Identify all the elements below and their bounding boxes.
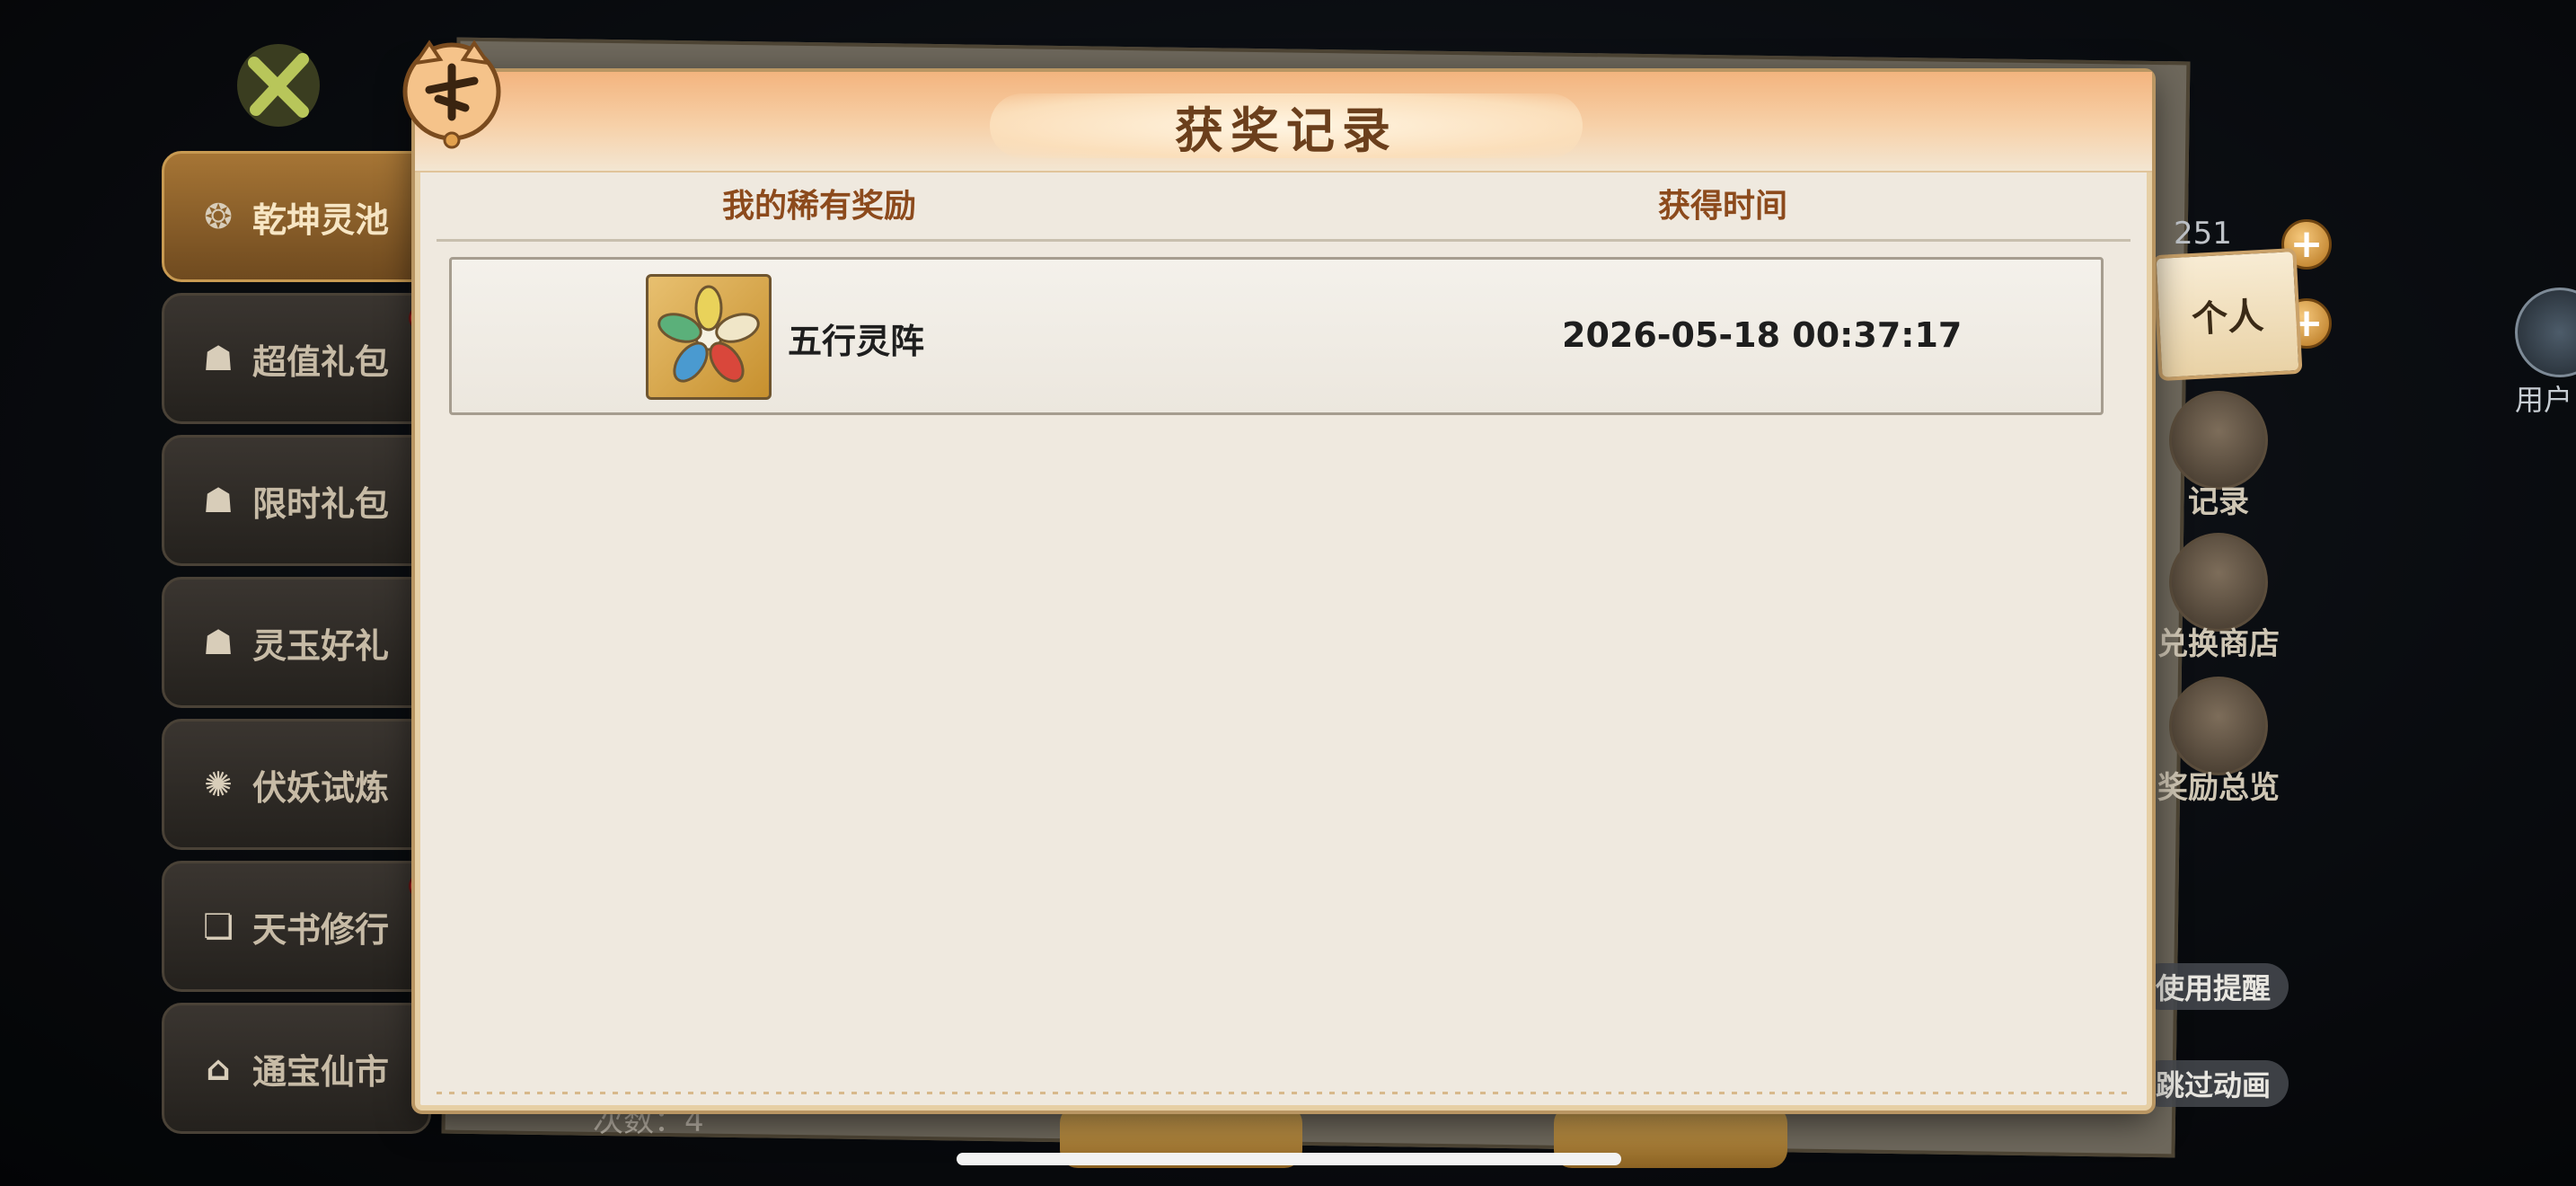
swirl-icon: ❂ (204, 197, 233, 236)
menu-item-value-pack[interactable]: ☗ 超值礼包 (162, 293, 436, 424)
reward-icon (2169, 677, 2268, 775)
menu-item-demon-trial[interactable]: ✺ 伏妖试炼 (162, 719, 431, 850)
right-side-panel: 251 + + 个人 记录 兑换商店 奖励总览 使用提醒 跳过动画 (2138, 0, 2576, 1186)
close-icon (237, 44, 320, 127)
menu-item-label: 伏妖试炼 (252, 767, 390, 808)
column-headers: 我的稀有奖励 获得时间 (415, 173, 2152, 226)
reward-name: 五行灵阵 (788, 322, 925, 361)
exchange-shop-button[interactable]: 兑换商店 (2138, 528, 2299, 663)
dialog-title: 获奖记录 (1175, 102, 1398, 159)
dialog-frame (415, 72, 2152, 1111)
menu-item-heavenly-book[interactable]: ❏ 天书修行 (162, 861, 436, 992)
menu-item-label: 天书修行 (252, 909, 390, 950)
column-header-reward: 我的稀有奖励 (722, 188, 917, 225)
dialog-title-plate: 获奖记录 (990, 93, 1583, 159)
corner-mascot-icon (393, 27, 510, 153)
menu-item-label: 超值礼包 (252, 341, 390, 382)
user-center-button[interactable]: 用户 (2515, 288, 2576, 417)
home-indicator[interactable] (957, 1153, 1621, 1165)
exchange-shop-label: 兑换商店 (2157, 626, 2280, 662)
dialog-bottom-border (437, 1092, 2130, 1094)
menu-item-label: 乾坤灵池 (252, 199, 390, 240)
reward-time: 2026-05-18 00:37:17 (1562, 315, 1963, 355)
menu-item-label: 限时礼包 (252, 483, 390, 524)
award-record-dialog: 获奖记录 我的稀有奖励 获得时间 五行灵阵 2026-05-18 00:37:1… (402, 40, 2152, 1111)
usage-reminder-toggle[interactable]: 使用提醒 (2138, 963, 2289, 1010)
menu-item-treasure-market[interactable]: ⌂ 通宝仙市 (162, 1003, 431, 1134)
gift-bag-icon: ☗ (202, 481, 234, 520)
menu-item-label: 灵玉好礼 (252, 625, 390, 666)
dialog-header: 获奖记录 (415, 72, 2152, 173)
tab-personal[interactable]: 个人 (2152, 247, 2303, 382)
user-icon (2515, 288, 2576, 377)
record-icon (2169, 391, 2268, 490)
column-header-time: 获得时间 (1658, 188, 1788, 225)
currency-counter: 251 (2174, 216, 2232, 252)
reward-overview-label: 奖励总览 (2157, 770, 2280, 806)
demon-icon: ✺ (204, 765, 233, 804)
reward-overview-button[interactable]: 奖励总览 (2138, 672, 2299, 807)
left-menu: ❂ 乾坤灵池 ☗ 超值礼包 ☗ 限时礼包 ☗ 灵玉好礼 ✺ 伏妖试炼 ❏ 天书修… (162, 151, 436, 1145)
book-icon: ❏ (202, 907, 234, 946)
menu-item-label: 通宝仙市 (252, 1051, 390, 1092)
menu-item-limited-pack[interactable]: ☗ 限时礼包 (162, 435, 431, 566)
skip-animation-toggle[interactable]: 跳过动画 (2138, 1060, 2289, 1107)
gift-bag-icon: ☗ (202, 339, 234, 378)
close-button[interactable] (225, 36, 332, 135)
table-row: 五行灵阵 2026-05-18 00:37:17 (449, 257, 2104, 415)
record-list: 五行灵阵 2026-05-18 00:37:17 (449, 257, 2104, 415)
shop-icon (2169, 533, 2268, 632)
header-divider (437, 239, 2130, 242)
record-button-label: 记录 (2188, 484, 2249, 520)
menu-item-jade-gift[interactable]: ☗ 灵玉好礼 (162, 577, 431, 708)
record-button[interactable]: 记录 (2138, 386, 2299, 521)
user-center-label: 用户 (2515, 383, 2573, 417)
pavilion-icon: ⌂ (206, 1049, 231, 1088)
gift-bag-icon: ☗ (202, 623, 234, 662)
menu-item-qiankun[interactable]: ❂ 乾坤灵池 (162, 151, 431, 282)
five-elements-icon[interactable] (646, 274, 772, 400)
